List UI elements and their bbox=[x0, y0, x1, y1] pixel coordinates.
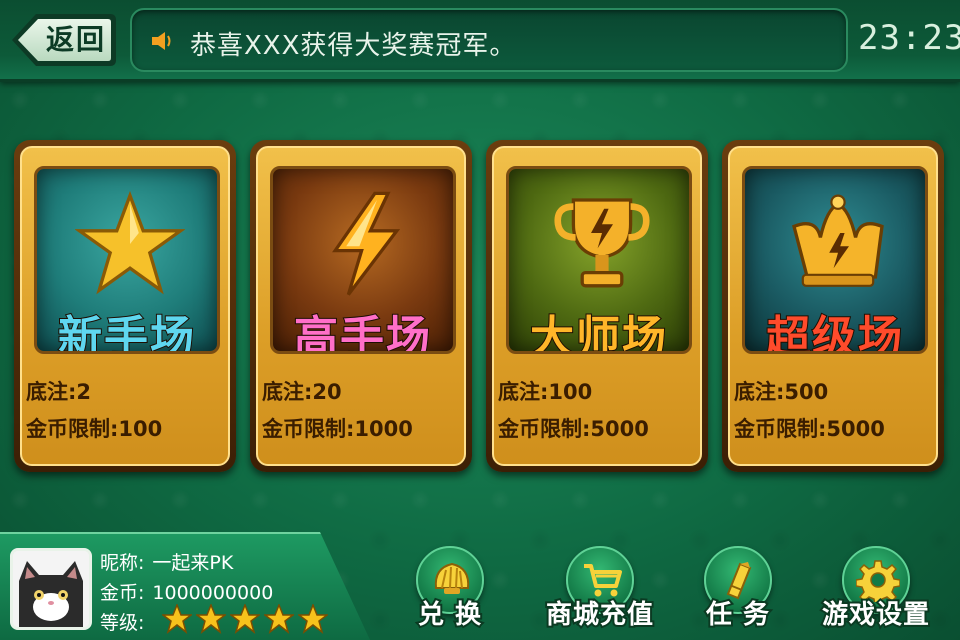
shop-recharge-label: 商城充值 bbox=[544, 598, 655, 632]
room-info: 底注:100 金币限制:5000 bbox=[498, 374, 649, 448]
star-icon bbox=[75, 190, 185, 295]
bet-label: 底注:2 bbox=[26, 380, 92, 404]
coin-limit-label: 金币限制:100 bbox=[26, 417, 163, 441]
room-name: 高手场 bbox=[293, 311, 432, 354]
room-card-master[interactable]: 大师场 底注:100 金币限制:5000 bbox=[486, 140, 708, 472]
room-list: 新手场 底注:2 金币限制:100 高手场 底注:20 金币限制:1000 大师… bbox=[14, 140, 954, 472]
room-card-super[interactable]: 超级场 底注:500 金币限制:5000 bbox=[722, 140, 944, 472]
level-stars bbox=[162, 604, 332, 638]
bet-label: 底注:100 bbox=[498, 380, 593, 404]
level-star-icon bbox=[264, 604, 294, 634]
level-star-icon bbox=[196, 604, 226, 634]
bet-label: 底注:20 bbox=[262, 380, 342, 404]
room-screen: 超级场 bbox=[742, 166, 928, 354]
top-bar: 返回 恭喜XXX获得大奖赛冠军。 23:23 bbox=[0, 0, 960, 82]
level-star-icon bbox=[230, 604, 260, 634]
room-name: 新手场 bbox=[57, 311, 196, 354]
nickname-label: 昵称: bbox=[100, 552, 145, 574]
room-screen: 大师场 bbox=[506, 166, 692, 354]
level-star-icon bbox=[162, 604, 192, 634]
coin-limit-label: 金币限制:5000 bbox=[498, 417, 649, 441]
shop-recharge-button[interactable]: 商城充值 bbox=[540, 546, 660, 636]
coins-row: 金币: 1000000000 bbox=[100, 578, 273, 605]
trophy-icon bbox=[554, 198, 650, 288]
room-info: 底注:500 金币限制:5000 bbox=[734, 374, 885, 448]
card-frame: 超级场 底注:500 金币限制:5000 bbox=[728, 146, 938, 466]
task-label: 任 务 bbox=[704, 598, 771, 632]
room-card-expert[interactable]: 高手场 底注:20 金币限制:1000 bbox=[250, 140, 472, 472]
level-star-icon bbox=[298, 604, 328, 634]
lightning-icon bbox=[332, 191, 401, 296]
room-info: 底注:2 金币限制:100 bbox=[26, 374, 162, 448]
exchange-button[interactable]: 兑 换 bbox=[390, 546, 510, 636]
cat-avatar-icon bbox=[13, 551, 89, 627]
room-info: 底注:20 金币限制:1000 bbox=[262, 374, 413, 448]
card-frame: 新手场 底注:2 金币限制:100 bbox=[20, 146, 230, 466]
coins-label: 金币: bbox=[100, 582, 145, 604]
level-label: 等级: bbox=[100, 612, 145, 634]
notice-text: 恭喜XXX获得大奖赛冠军。 bbox=[190, 31, 517, 61]
back-button[interactable]: 返回 bbox=[10, 11, 118, 69]
nickname-row: 昵称: 一起来PK bbox=[100, 548, 233, 575]
game-settings-button[interactable]: 游戏设置 bbox=[816, 546, 936, 636]
room-card-novice[interactable]: 新手场 底注:2 金币限制:100 bbox=[14, 140, 236, 472]
task-button[interactable]: 任 务 bbox=[678, 546, 798, 636]
coin-limit-label: 金币限制:5000 bbox=[734, 417, 885, 441]
bet-label: 底注:500 bbox=[734, 380, 829, 404]
room-screen: 新手场 bbox=[34, 166, 220, 354]
room-name: 超级场 bbox=[765, 311, 904, 354]
exchange-label: 兑 换 bbox=[416, 598, 483, 632]
back-label: 返回 bbox=[45, 23, 106, 56]
notice-marquee: 恭喜XXX获得大奖赛冠军。 bbox=[130, 8, 848, 72]
speaker-icon bbox=[152, 32, 171, 50]
coin-limit-label: 金币限制:1000 bbox=[262, 417, 413, 441]
level-row: 等级: bbox=[100, 608, 144, 635]
card-frame: 高手场 底注:20 金币限制:1000 bbox=[256, 146, 466, 466]
nickname-value: 一起来PK bbox=[152, 552, 234, 574]
room-name: 大师场 bbox=[529, 311, 668, 354]
room-screen: 高手场 bbox=[270, 166, 456, 354]
game-settings-label: 游戏设置 bbox=[820, 598, 931, 632]
crown-icon bbox=[792, 194, 884, 287]
clock: 23:23 bbox=[858, 18, 960, 58]
coins-value: 1000000000 bbox=[152, 582, 274, 604]
card-frame: 大师场 底注:100 金币限制:5000 bbox=[492, 146, 702, 466]
avatar[interactable] bbox=[10, 548, 92, 630]
